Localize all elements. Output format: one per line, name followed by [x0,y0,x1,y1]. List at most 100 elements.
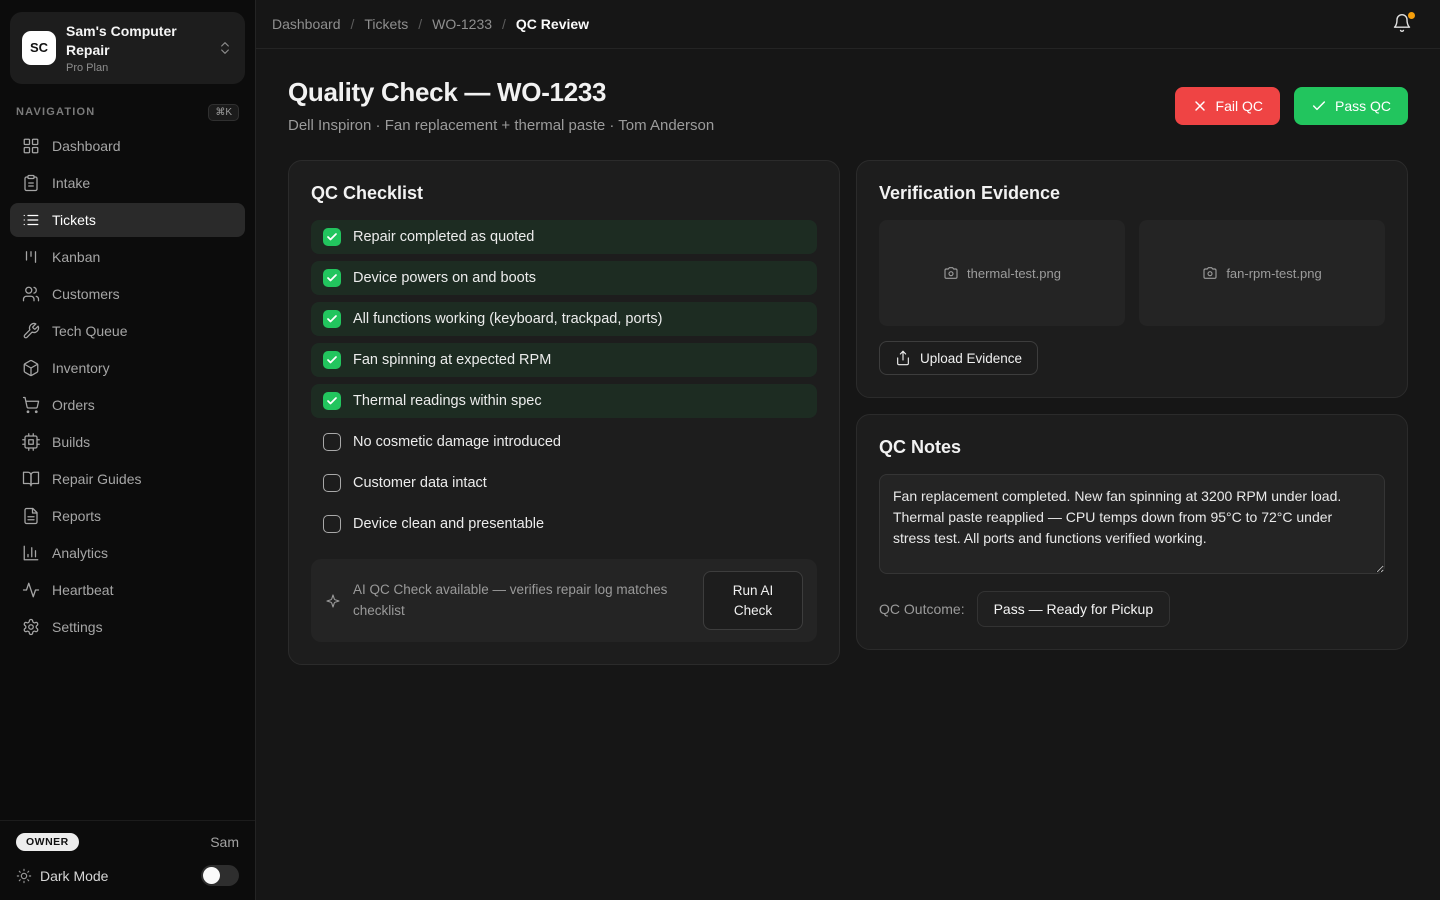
checklist-item[interactable]: Device powers on and boots [311,261,817,295]
qc-checklist-card: QC Checklist Repair completed as quoted … [288,160,840,665]
page-header: Quality Check — WO-1233 Dell Inspiron · … [288,77,1408,134]
checkbox[interactable] [323,228,341,246]
layout-grid-icon [22,137,40,155]
fail-qc-button[interactable]: Fail QC [1175,87,1280,125]
pass-qc-button[interactable]: Pass QC [1294,87,1408,125]
book-open-icon [22,470,40,488]
right-column: Verification Evidence thermal-test.png f… [856,160,1408,650]
checklist-item[interactable]: Thermal readings within spec [311,384,817,418]
qc-outcome-label: QC Outcome: [879,601,965,617]
users-icon [22,285,40,303]
nav-section-label: NAVIGATION [16,106,95,118]
checklist-item[interactable]: Customer data intact [311,466,817,500]
gear-icon [22,618,40,636]
sidebar-item-settings[interactable]: Settings [10,610,245,644]
header-actions: Fail QC Pass QC [1175,87,1408,125]
org-switcher[interactable]: SC Sam's Computer Repair Pro Plan [10,12,245,84]
org-avatar: SC [22,31,56,65]
dark-mode-toggle[interactable] [201,865,239,886]
ai-banner-text: AI QC Check available — verifies repair … [353,580,691,621]
list-icon [22,211,40,229]
x-icon [1192,98,1208,114]
sidebar-item-reports[interactable]: Reports [10,499,245,533]
page-title: Quality Check — WO-1233 [288,77,714,108]
sidebar-item-analytics[interactable]: Analytics [10,536,245,570]
checkbox[interactable] [323,474,341,492]
evidence-thumbnails: thermal-test.png fan-rpm-test.png [879,220,1385,326]
page-heading-group: Quality Check — WO-1233 Dell Inspiron · … [288,77,714,134]
cpu-icon [22,433,40,451]
breadcrumb-wo-1233[interactable]: WO-1233 [432,16,492,32]
bar-chart-icon [22,544,40,562]
checkbox[interactable] [323,392,341,410]
owner-badge: OWNER [16,833,79,851]
page-subtitle: Dell Inspiron · Fan replacement + therma… [288,117,714,134]
sidebar-item-intake[interactable]: Intake [10,166,245,200]
checklist-item[interactable]: Fan spinning at expected RPM [311,343,817,377]
qc-notes-card: QC Notes Fan replacement completed. New … [856,414,1408,650]
breadcrumb-tickets[interactable]: Tickets [364,16,408,32]
checklist-item[interactable]: No cosmetic damage introduced [311,425,817,459]
checklist-item[interactable]: Repair completed as quoted [311,220,817,254]
evidence-filename: fan-rpm-test.png [1226,266,1321,281]
sparkles-icon [325,593,341,609]
checkbox[interactable] [323,433,341,451]
topbar: Dashboard Tickets WO-1233 QC Review [256,0,1440,49]
notifications-button[interactable] [1392,13,1414,35]
sidebar-item-builds[interactable]: Builds [10,425,245,459]
command-k-shortcut[interactable]: ⌘K [208,104,239,121]
check-icon [326,231,338,243]
run-ai-check-button[interactable]: Run AI Check [703,571,803,630]
check-icon [1311,98,1327,114]
upload-evidence-button[interactable]: Upload Evidence [879,341,1038,375]
nav-header: NAVIGATION ⌘K [0,88,255,129]
sidebar-item-dashboard[interactable]: Dashboard [10,129,245,163]
breadcrumb-separator [418,16,422,32]
breadcrumb-separator [502,16,506,32]
qc-checklist-title: QC Checklist [311,183,817,204]
dark-mode-label: Dark Mode [40,868,193,884]
check-icon [326,272,338,284]
sidebar-item-tech-queue[interactable]: Tech Queue [10,314,245,348]
org-meta: Sam's Computer Repair Pro Plan [66,22,207,74]
upload-icon [895,350,911,366]
dark-mode-row: Dark Mode [16,865,239,886]
kanban-icon [22,248,40,266]
checkbox[interactable] [323,515,341,533]
activity-icon [22,581,40,599]
ai-qc-banner: AI QC Check available — verifies repair … [311,559,817,642]
checklist-item[interactable]: Device clean and presentable [311,507,817,541]
user-name: Sam [210,834,239,850]
clipboard-icon [22,174,40,192]
verification-evidence-card: Verification Evidence thermal-test.png f… [856,160,1408,398]
sidebar-item-heartbeat[interactable]: Heartbeat [10,573,245,607]
sidebar-item-tickets[interactable]: Tickets [10,203,245,237]
sun-icon [16,868,32,884]
sidebar-item-orders[interactable]: Orders [10,388,245,422]
content-grid: QC Checklist Repair completed as quoted … [288,160,1408,665]
qc-notes-title: QC Notes [879,437,1385,458]
sidebar-item-repair-guides[interactable]: Repair Guides [10,462,245,496]
sidebar-item-customers[interactable]: Customers [10,277,245,311]
checkbox[interactable] [323,310,341,328]
checkbox[interactable] [323,351,341,369]
breadcrumb-dashboard[interactable]: Dashboard [272,16,341,32]
sidebar-nav: Dashboard Intake Tickets Kanban Customer… [0,129,255,647]
qc-notes-textarea[interactable]: Fan replacement completed. New fan spinn… [879,474,1385,574]
wrench-icon [22,322,40,340]
camera-icon [943,265,959,281]
main-area: Dashboard Tickets WO-1233 QC Review Qual… [256,0,1440,900]
qc-outcome-select[interactable]: Pass — Ready for Pickup [977,591,1171,627]
checklist-item[interactable]: All functions working (keyboard, trackpa… [311,302,817,336]
sidebar-item-kanban[interactable]: Kanban [10,240,245,274]
sidebar-item-inventory[interactable]: Inventory [10,351,245,385]
breadcrumb-separator [351,16,355,32]
sidebar-footer: OWNER Sam Dark Mode [0,820,255,900]
checkbox[interactable] [323,269,341,287]
evidence-thumbnail[interactable]: thermal-test.png [879,220,1125,326]
owner-row: OWNER Sam [16,833,239,851]
org-name: Sam's Computer Repair [66,22,207,60]
evidence-thumbnail[interactable]: fan-rpm-test.png [1139,220,1385,326]
check-icon [326,354,338,366]
sidebar: SC Sam's Computer Repair Pro Plan NAVIGA… [0,0,256,900]
